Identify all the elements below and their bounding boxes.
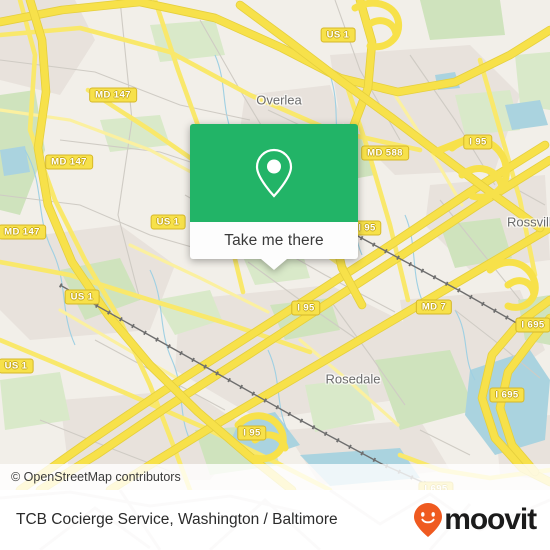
place-label: Overlea — [256, 92, 302, 108]
road-shield: MD 147 — [89, 87, 137, 103]
moovit-map-screen: .land { fill:#f2efe9; } .resid { fill:#e… — [0, 0, 550, 550]
place-label: Rossville — [506, 214, 550, 230]
moovit-wordmark: moovit — [444, 503, 537, 536]
road-shield: MD 147 — [0, 224, 46, 240]
page-title: TCB Cocierge Service, Washington / Balti… — [16, 511, 338, 528]
osm-attribution-bar: © OpenStreetMap contributors — [0, 464, 550, 490]
road-shield: MD 147 — [45, 154, 93, 170]
road-shield: I 95 — [237, 425, 267, 441]
road-shield: I 695 — [515, 317, 550, 333]
osm-attribution-text[interactable]: © OpenStreetMap contributors — [11, 470, 181, 484]
map-pin-icon — [255, 148, 293, 198]
footer-bar: TCB Cocierge Service, Washington / Balti… — [0, 490, 550, 550]
road-shield: US 1 — [150, 214, 186, 230]
place-label: Rosedale — [325, 371, 381, 387]
map-popup-card[interactable]: Take me there — [190, 124, 358, 270]
road-shield: MD 588 — [361, 145, 409, 161]
popup-tail-pointer — [261, 259, 287, 270]
road-shield: I 695 — [489, 387, 525, 403]
road-shield: US 1 — [0, 358, 34, 374]
road-shield: US 1 — [320, 27, 356, 43]
moovit-logo[interactable]: moovit — [413, 502, 537, 538]
road-shield: MD 7 — [415, 299, 453, 315]
road-shield: I 95 — [463, 134, 493, 150]
road-shield: US 1 — [64, 289, 100, 305]
moovit-smiley-pin-icon — [414, 503, 443, 537]
popup-action-label: Take me there — [224, 231, 324, 249]
take-me-there-button[interactable]: Take me there — [190, 222, 358, 259]
popup-image-area — [190, 124, 358, 222]
road-shield: I 95 — [291, 300, 321, 316]
